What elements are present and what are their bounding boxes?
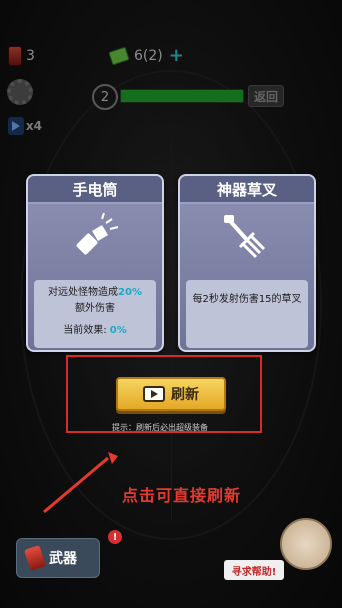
pitchfork-icon [224,215,266,259]
upgrade-card-flashlight[interactable]: 手电筒 对远处怪物造成20% 额外伤害 当前效果: 0% [26,174,164,352]
desc-prefix: 对远处怪物造成 [48,287,119,298]
weapon-label: 武器 [49,551,77,567]
current-effect: 当前效果: 0% [38,323,152,339]
desc-suffix: 额外伤害 [75,303,115,314]
card-art [28,204,162,276]
card-title: 手电筒 [28,176,162,204]
refresh-tip: 提示：刷新后必出超级装备 [112,423,208,432]
refresh-button[interactable]: 刷新 [116,377,226,411]
effect-value: 0% [109,325,127,336]
card-art [180,204,314,276]
effect-label: 当前效果: [63,325,107,336]
card-description: 对远处怪物造成20% 额外伤害 当前效果: 0% [34,280,156,348]
tutorial-hint: 点击可直接刷新 [122,486,242,505]
upgrade-card-pitchfork[interactable]: 神器草叉 每2秒发射伤害15的草叉 [178,174,316,352]
card-description: 每2秒发射伤害15的草叉 [186,280,308,348]
desc-highlight: 20% [118,287,142,298]
avatar[interactable] [280,518,332,570]
weapon-icon [23,545,47,571]
card-title: 神器草叉 [180,176,314,204]
help-button[interactable]: 寻求帮助! [224,560,284,580]
desc-text: 每2秒发射伤害15的草叉 [192,294,302,305]
tutorial-arrow-icon [43,452,118,514]
refresh-label: 刷新 [171,387,199,403]
weapon-button[interactable]: 武器 [16,538,100,578]
video-icon [143,386,165,402]
notification-badge: ! [108,530,122,544]
flashlight-icon [76,213,119,255]
